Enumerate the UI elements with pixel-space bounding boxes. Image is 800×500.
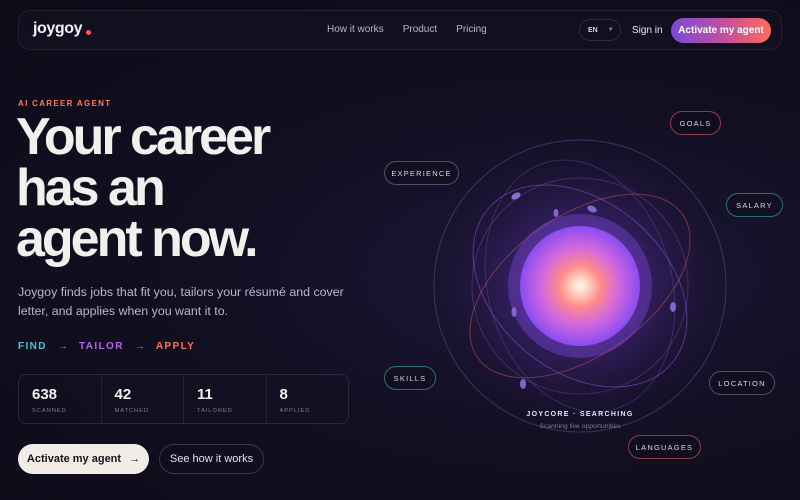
stat-label: APPLIED (279, 408, 311, 414)
step-find: FIND (18, 341, 47, 352)
orbit-particle (520, 379, 526, 389)
chevron-down-icon: ▼ (607, 27, 614, 33)
sign-in-link[interactable]: Sign in (632, 25, 663, 36)
chip-skills[interactable]: SKILLS (384, 366, 436, 390)
language-value: EN (588, 26, 598, 34)
core-status-title: JOYCORE · SEARCHING (526, 411, 634, 418)
nav-link-pricing[interactable]: Pricing (456, 24, 487, 35)
brand-logo[interactable]: joygoy (33, 20, 92, 38)
activate-agent-label: Activate my agent (26, 453, 122, 465)
stat-value: 11 (197, 386, 213, 403)
stat-scanned: 638 SCANNED (19, 375, 102, 423)
headline-line-3: agent now. (16, 210, 259, 268)
orbit-particle (553, 209, 559, 217)
arrow-right-icon: → (129, 453, 141, 465)
arrow-right-icon: → (134, 341, 145, 352)
headline-line-1: Your career (16, 108, 271, 166)
arrow-right-icon: → (57, 341, 68, 352)
eyebrow-label: AI CAREER AGENT (18, 99, 112, 108)
core-status-subtitle: Scanning live opportunities (539, 423, 621, 430)
stat-label: MATCHED (114, 408, 150, 414)
stat-label: SCANNED (32, 408, 67, 414)
stat-value: 8 (279, 386, 288, 403)
brand-name: joygoy (33, 20, 83, 37)
orbit-particle (511, 307, 517, 317)
nav-link-product[interactable]: Product (403, 24, 437, 35)
stat-tailored: 11 TAILORED (184, 375, 267, 423)
nav-links: How it works Product Pricing (327, 24, 487, 35)
stat-value: 638 (32, 386, 58, 403)
activate-agent-button[interactable]: Activate my agent → (18, 444, 149, 474)
language-selector[interactable]: EN ▼ (579, 19, 621, 41)
see-how-it-works-button[interactable]: See how it works (159, 444, 264, 474)
brand-dot-icon (86, 29, 92, 35)
headline-line-2: has an (16, 159, 166, 217)
top-nav: joygoy How it works Product Pricing EN ▼… (18, 10, 782, 50)
stat-label: TAILORED (197, 408, 233, 414)
chip-experience[interactable]: EXPERIENCE (384, 161, 459, 185)
step-tailor: TAILOR (78, 341, 124, 352)
chip-salary[interactable]: SALARY (726, 193, 783, 217)
stats-panel: 638 SCANNED 42 MATCHED 11 TAILORED 8 APP… (18, 374, 349, 424)
nav-link-how-it-works[interactable]: How it works (327, 24, 384, 35)
stat-applied: 8 APPLIED (267, 375, 349, 423)
stat-matched: 42 MATCHED (102, 375, 184, 423)
orbit-particle (670, 302, 676, 312)
nav-activate-button[interactable]: Activate my agent (671, 18, 771, 43)
chip-languages[interactable]: LANGUAGES (628, 435, 701, 459)
orb-core (520, 226, 640, 346)
stat-value: 42 (114, 386, 132, 403)
hero-headline: Your career has an agent now. (16, 108, 356, 268)
step-apply: APPLY (155, 341, 196, 352)
process-steps: FIND → TAILOR → APPLY (18, 341, 195, 352)
chip-goals[interactable]: GOALS (670, 111, 721, 135)
hero-subcopy: Joygoy finds jobs that fit you, tailors … (18, 285, 344, 318)
chip-location[interactable]: LOCATION (709, 371, 775, 395)
